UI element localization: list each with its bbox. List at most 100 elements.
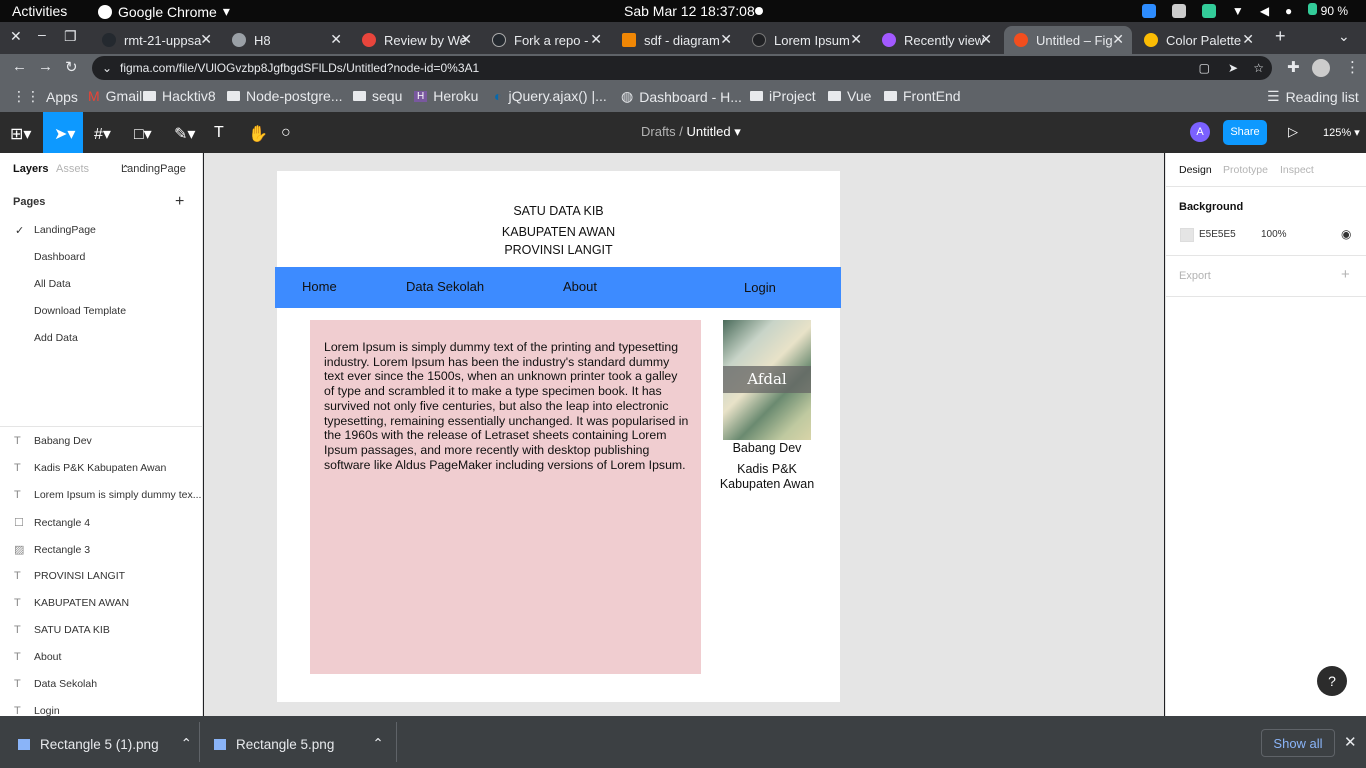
chevron-up-icon[interactable]: ⌃	[372, 736, 383, 752]
present-play-icon[interactable]: ▷	[1288, 124, 1298, 140]
close-tab-icon[interactable]: ✕	[1112, 31, 1124, 48]
tab-prototype[interactable]: Prototype	[1223, 164, 1268, 176]
bookmark-sequ[interactable]: sequ	[353, 88, 402, 104]
battery-indicator[interactable]: 90 %	[1308, 3, 1348, 18]
page-item-landingpage[interactable]: LandingPage	[34, 224, 96, 236]
add-page-icon[interactable]: +	[175, 193, 184, 211]
reload-icon[interactable]: ↻	[65, 58, 78, 76]
help-button[interactable]: ?	[1317, 666, 1347, 696]
layer-item[interactable]: T About	[14, 651, 61, 663]
layer-item[interactable]: T Data Sekolah	[14, 678, 97, 690]
browser-tab[interactable]: rmt-21-uppsa ✕	[92, 26, 220, 54]
discord-icon[interactable]	[1171, 3, 1186, 18]
microphone-icon[interactable]: ●	[1285, 4, 1292, 18]
profile-avatar[interactable]	[1312, 59, 1330, 77]
bookmark-node-postgres[interactable]: Node-postgre...	[227, 88, 343, 104]
clock[interactable]: Sab Mar 12 18:37:08	[624, 3, 755, 19]
layer-item[interactable]: ▨ Rectangle 3	[14, 543, 90, 557]
add-export-icon[interactable]: +	[1341, 266, 1350, 283]
bookmark-jquery[interactable]: ◐ jQuery.ajax() |...	[494, 88, 607, 104]
restore-window-icon[interactable]: ❐	[64, 28, 77, 45]
tab-assets[interactable]: Assets	[56, 163, 89, 175]
browser-tab[interactable]: Review by We ✕	[352, 26, 480, 54]
crumb-drafts[interactable]: Drafts	[641, 124, 676, 139]
more-menu-icon[interactable]: ⋮	[1345, 58, 1360, 76]
system-tray[interactable]: ▼ ◀ ● 90 %	[1141, 3, 1348, 18]
bookmark-vue[interactable]: Vue	[828, 88, 871, 104]
bookmark-iproject[interactable]: iProject	[750, 88, 816, 104]
layer-item[interactable]: T Lorem Ipsum is simply dummy tex...	[14, 489, 201, 501]
close-tab-icon[interactable]: ✕	[460, 31, 472, 48]
comment-tool-icon[interactable]: ○	[281, 124, 291, 142]
activities-button[interactable]: Activities	[12, 3, 67, 19]
close-tab-icon[interactable]: ✕	[200, 31, 212, 48]
background-hex[interactable]: E5E5E5	[1199, 229, 1236, 240]
text-tool-icon[interactable]: T	[214, 124, 224, 142]
tab-inspect[interactable]: Inspect	[1280, 164, 1314, 176]
new-tab-icon[interactable]: +	[1275, 26, 1286, 47]
browser-tab[interactable]: Color Palette ✕	[1134, 26, 1262, 54]
background-opacity[interactable]: 100%	[1261, 229, 1287, 240]
profile-name[interactable]: Babang Dev	[717, 441, 817, 455]
layer-item[interactable]: T SATU DATA KIB	[14, 624, 110, 636]
close-tab-icon[interactable]: ✕	[980, 31, 992, 48]
send-icon[interactable]: ➤	[1228, 56, 1238, 80]
layer-item[interactable]: T Kadis P&K Kabupaten Awan	[14, 462, 166, 474]
browser-tab[interactable]: Recently view ✕	[872, 26, 1000, 54]
share-button[interactable]: Share	[1223, 120, 1267, 145]
content-rectangle[interactable]: Lorem Ipsum is simply dummy text of the …	[310, 320, 701, 674]
move-tool-icon[interactable]: ➤▾	[43, 112, 83, 153]
bookmark-hacktiv8[interactable]: Hacktiv8	[143, 88, 216, 104]
close-tab-icon[interactable]: ✕	[1242, 31, 1254, 48]
heading-provinsi[interactable]: PROVINSI LANGIT	[277, 243, 840, 257]
layer-item[interactable]: T KABUPATEN AWAN	[14, 597, 129, 609]
heading-kabupaten[interactable]: KABUPATEN AWAN	[277, 225, 840, 239]
volume-icon[interactable]: ◀	[1260, 4, 1269, 18]
profile-photo[interactable]: Afdal	[723, 320, 811, 440]
close-window-icon[interactable]: ✕	[10, 28, 22, 45]
close-tab-icon[interactable]: ✕	[720, 31, 732, 48]
zoom-icon[interactable]	[1141, 3, 1156, 18]
install-app-icon[interactable]: ▢	[1199, 56, 1210, 80]
tab-design[interactable]: Design	[1179, 164, 1212, 176]
eye-icon[interactable]: ◉	[1341, 227, 1351, 241]
close-tab-icon[interactable]: ✕	[850, 31, 862, 48]
forward-icon[interactable]: →	[38, 58, 53, 75]
layer-item[interactable]: T Babang Dev	[14, 435, 92, 447]
profile-role[interactable]: Kadis P&K Kabupaten Awan	[717, 462, 817, 492]
address-bar[interactable]: ⌄ figma.com/file/VUlOGvzbp8JgfbgdSFlLDs/…	[92, 56, 1272, 80]
browser-tab[interactable]: sdf - diagram ✕	[612, 26, 740, 54]
show-all-button[interactable]: Show all	[1261, 729, 1335, 757]
reading-list[interactable]: ☰ Reading list	[1267, 88, 1359, 105]
zoom-control[interactable]: 125% ▾	[1323, 126, 1360, 139]
heading-satu-data[interactable]: SATU DATA KIB	[277, 204, 840, 218]
bookmark-heroku[interactable]: H Heroku	[414, 88, 478, 104]
extensions-icon[interactable]: ✚	[1287, 58, 1300, 76]
page-item-download-template[interactable]: Download Template	[34, 305, 126, 317]
nav-bar[interactable]: Home Data Sekolah About Login	[275, 267, 841, 308]
browser-tab[interactable]: Lorem Ipsum ✕	[742, 26, 870, 54]
back-icon[interactable]: ←	[12, 58, 27, 75]
bookmark-star-icon[interactable]: ☆	[1253, 56, 1264, 80]
chevron-up-icon[interactable]: ⌃	[181, 736, 192, 752]
chevron-down-icon[interactable]: ▾	[734, 124, 741, 139]
figma-menu-icon[interactable]: ⊞▾	[10, 124, 31, 144]
page-item-all-data[interactable]: All Data	[34, 278, 71, 290]
nav-login[interactable]: Login	[744, 280, 776, 295]
figma-canvas[interactable]: SATU DATA KIB KABUPATEN AWAN PROVINSI LA…	[204, 153, 1164, 716]
bookmark-apps[interactable]: ⋮⋮ Apps	[12, 88, 78, 105]
browser-tab-active[interactable]: Untitled – Fig ✕	[1004, 26, 1132, 54]
close-tab-icon[interactable]: ✕	[330, 31, 342, 48]
close-icon[interactable]: ✕	[1344, 733, 1357, 751]
tab-layers[interactable]: Layers	[13, 163, 48, 175]
page-item-dashboard[interactable]: Dashboard	[34, 251, 85, 263]
nav-about[interactable]: About	[563, 279, 597, 294]
shield-icon[interactable]	[1201, 3, 1216, 18]
download-item[interactable]: Rectangle 5 (1).png ⌃	[18, 736, 192, 752]
wifi-icon[interactable]: ▼	[1232, 4, 1244, 18]
shape-tool-icon[interactable]: □▾	[134, 124, 152, 144]
file-title[interactable]: Untitled	[687, 124, 731, 139]
landing-page-frame[interactable]: SATU DATA KIB KABUPATEN AWAN PROVINSI LA…	[275, 171, 841, 702]
bookmark-dashboard[interactable]: ◍ Dashboard - H...	[621, 88, 742, 105]
bookmark-frontend[interactable]: FrontEnd	[884, 88, 961, 104]
